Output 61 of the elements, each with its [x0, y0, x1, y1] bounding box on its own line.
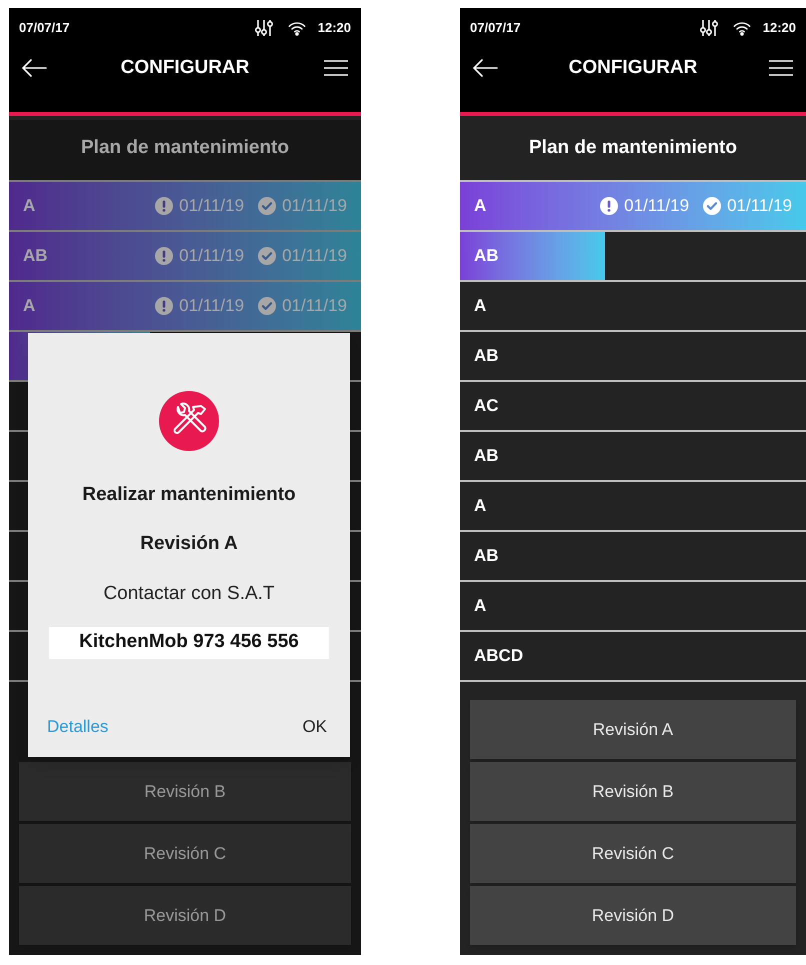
sliders-icon	[254, 18, 274, 38]
check-icon	[258, 197, 276, 215]
row-label: AC	[474, 395, 500, 418]
wifi-icon	[732, 20, 751, 36]
row-label: A	[474, 495, 488, 518]
alert-icon	[155, 197, 174, 215]
revision-button[interactable]: Revisión B	[470, 762, 796, 821]
row-label: AB	[474, 445, 500, 468]
status-time: 12:20	[318, 19, 351, 38]
status-date: 07/07/17	[19, 19, 70, 38]
alert-icon	[155, 297, 174, 315]
row-label: A	[474, 595, 488, 618]
revision-button[interactable]: Revisión D	[19, 886, 351, 945]
list-row[interactable]: AB	[460, 230, 806, 280]
contact-phone: KitchenMob 973 456 556	[49, 626, 329, 658]
screen-title: CONFIGURAR	[568, 56, 698, 80]
ok-button[interactable]: OK	[302, 714, 331, 739]
menu-icon[interactable]	[768, 58, 794, 78]
dialog-subtitle: Revisión A	[140, 532, 238, 556]
alert-icon	[155, 247, 174, 265]
back-arrow-icon[interactable]	[472, 58, 498, 78]
sliders-icon	[698, 18, 719, 38]
row-label: AB	[23, 245, 49, 268]
row-label: A	[23, 195, 36, 218]
warning-date: 01/11/19	[179, 195, 244, 218]
check-icon	[703, 197, 722, 215]
status-date: 07/07/17	[470, 19, 521, 38]
row-label: AB	[474, 345, 500, 368]
menu-icon[interactable]	[323, 58, 349, 78]
list-row[interactable]: A 01/11/19 01/11/19	[460, 180, 806, 230]
list-row[interactable]: A 01/11/19 01/11/19	[9, 280, 361, 330]
revision-button[interactable]: Revisión A	[470, 700, 796, 759]
wifi-icon	[288, 20, 306, 36]
revision-button[interactable]: Revisión C	[470, 824, 796, 883]
back-arrow-icon[interactable]	[21, 58, 47, 78]
warning-date: 01/11/19	[179, 245, 244, 268]
row-label: A	[474, 195, 488, 218]
revision-button[interactable]: Revisión D	[470, 886, 796, 945]
check-icon	[258, 247, 276, 265]
done-date: 01/11/19	[282, 295, 347, 318]
list-row[interactable]: AB 01/11/19 01/11/19	[9, 230, 361, 280]
dialog-message: Contactar con S.A.T	[103, 582, 275, 606]
check-icon	[258, 297, 276, 315]
row-label: ABCD	[474, 645, 524, 668]
row-label: A	[23, 295, 36, 318]
row-label: AB	[474, 545, 500, 568]
done-date: 01/11/19	[282, 245, 347, 268]
revision-button[interactable]: Revisión B	[19, 762, 351, 821]
row-label: A	[474, 295, 488, 318]
screen-title: CONFIGURAR	[120, 56, 250, 80]
alert-icon	[600, 197, 618, 215]
done-date: 01/11/19	[727, 195, 792, 218]
revision-button[interactable]: Revisión C	[19, 824, 351, 883]
done-date: 01/11/19	[282, 195, 347, 218]
status-time: 12:20	[762, 19, 796, 38]
dialog-title: Realizar mantenimiento	[82, 483, 296, 507]
row-label: AB	[474, 245, 500, 268]
warning-date: 01/11/19	[179, 295, 244, 318]
tools-icon	[159, 391, 219, 451]
list-row[interactable]: A 01/11/19 01/11/19	[9, 180, 361, 230]
warning-date: 01/11/19	[624, 195, 690, 218]
